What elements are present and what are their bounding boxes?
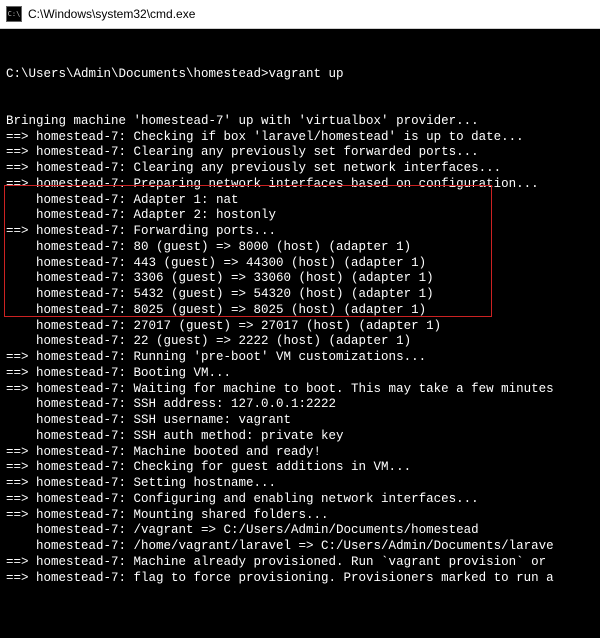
prompt-line: C:\Users\Admin\Documents\homestead>vagra…	[6, 67, 600, 83]
cmd-window: C:\ C:\Windows\system32\cmd.exe C:\Users…	[0, 0, 600, 638]
output-line: homestead-7: SSH username: vagrant	[6, 413, 600, 429]
cmd-icon: C:\	[6, 6, 22, 22]
output-line: ==> homestead-7: Checking for guest addi…	[6, 460, 600, 476]
output-line: ==> homestead-7: Setting hostname...	[6, 476, 600, 492]
output-line: homestead-7: SSH address: 127.0.0.1:2222	[6, 397, 600, 413]
output-line: homestead-7: 27017 (guest) => 27017 (hos…	[6, 319, 600, 335]
output-line: ==> homestead-7: Configuring and enablin…	[6, 492, 600, 508]
output-line: ==> homestead-7: Running 'pre-boot' VM c…	[6, 350, 600, 366]
output-line: homestead-7: 443 (guest) => 44300 (host)…	[6, 256, 600, 272]
output-line: homestead-7: 22 (guest) => 2222 (host) (…	[6, 334, 600, 350]
terminal-output[interactable]: C:\Users\Admin\Documents\homestead>vagra…	[0, 29, 600, 638]
blank-line	[6, 618, 600, 634]
output-line: ==> homestead-7: flag to force provision…	[6, 571, 600, 587]
output-line: ==> homestead-7: Mounting shared folders…	[6, 508, 600, 524]
output-line: ==> homestead-7: Preparing network inter…	[6, 177, 600, 193]
output-line: homestead-7: Adapter 2: hostonly	[6, 208, 600, 224]
output-line: homestead-7: 5432 (guest) => 54320 (host…	[6, 287, 600, 303]
output-line: homestead-7: SSH auth method: private ke…	[6, 429, 600, 445]
output-line: ==> homestead-7: Clearing any previously…	[6, 161, 600, 177]
titlebar[interactable]: C:\ C:\Windows\system32\cmd.exe	[0, 0, 600, 29]
output-line: ==> homestead-7: Clearing any previously…	[6, 145, 600, 161]
output-line: homestead-7: 3306 (guest) => 33060 (host…	[6, 271, 600, 287]
output-line: Bringing machine 'homestead-7' up with '…	[6, 114, 600, 130]
output-line: homestead-7: 80 (guest) => 8000 (host) (…	[6, 240, 600, 256]
output-line: ==> homestead-7: Machine booted and read…	[6, 445, 600, 461]
output-line: ==> homestead-7: Waiting for machine to …	[6, 382, 600, 398]
output-line: homestead-7: /home/vagrant/laravel => C:…	[6, 539, 600, 555]
window-title: C:\Windows\system32\cmd.exe	[28, 7, 195, 21]
output-line: homestead-7: 8025 (guest) => 8025 (host)…	[6, 303, 600, 319]
output-line: ==> homestead-7: Machine already provisi…	[6, 555, 600, 571]
output-line: ==> homestead-7: Forwarding ports...	[6, 224, 600, 240]
output-line: homestead-7: Adapter 1: nat	[6, 193, 600, 209]
output-line: homestead-7: /vagrant => C:/Users/Admin/…	[6, 523, 600, 539]
output-line: ==> homestead-7: Booting VM...	[6, 366, 600, 382]
output-line: ==> homestead-7: Checking if box 'larave…	[6, 130, 600, 146]
